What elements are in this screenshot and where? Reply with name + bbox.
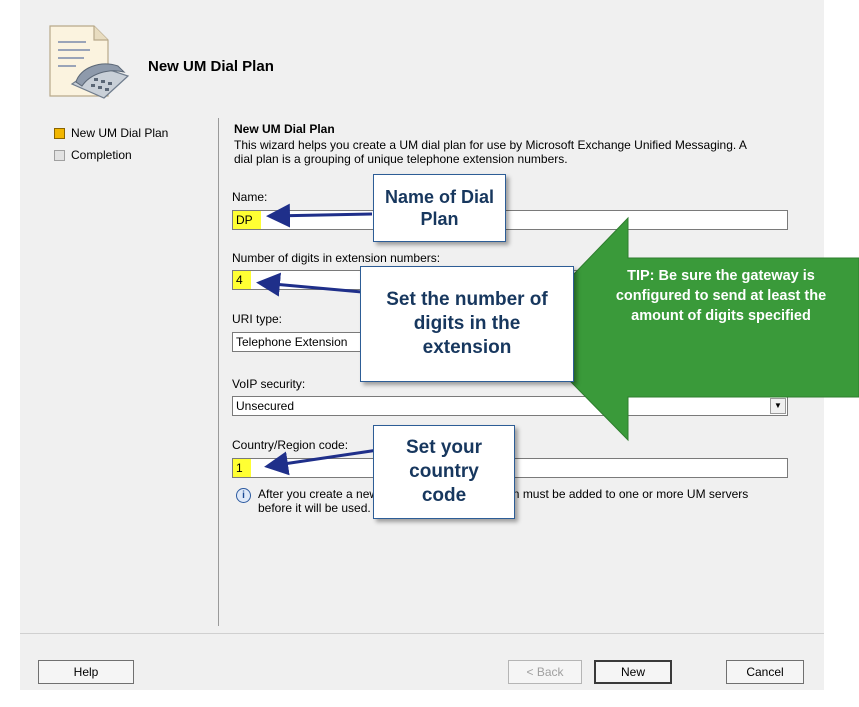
- tip-callout-text: TIP: Be sure the gateway is configured t…: [615, 268, 827, 324]
- digits-callout-arrow: [256, 272, 363, 297]
- digits-callout: Set the number of digits in the extensio…: [360, 266, 574, 382]
- name-callout: Name of Dial Plan: [373, 174, 506, 242]
- country-callout-arrow: [264, 448, 379, 476]
- name-callout-arrow: [266, 203, 373, 228]
- country-callout: Set your country code: [373, 425, 515, 519]
